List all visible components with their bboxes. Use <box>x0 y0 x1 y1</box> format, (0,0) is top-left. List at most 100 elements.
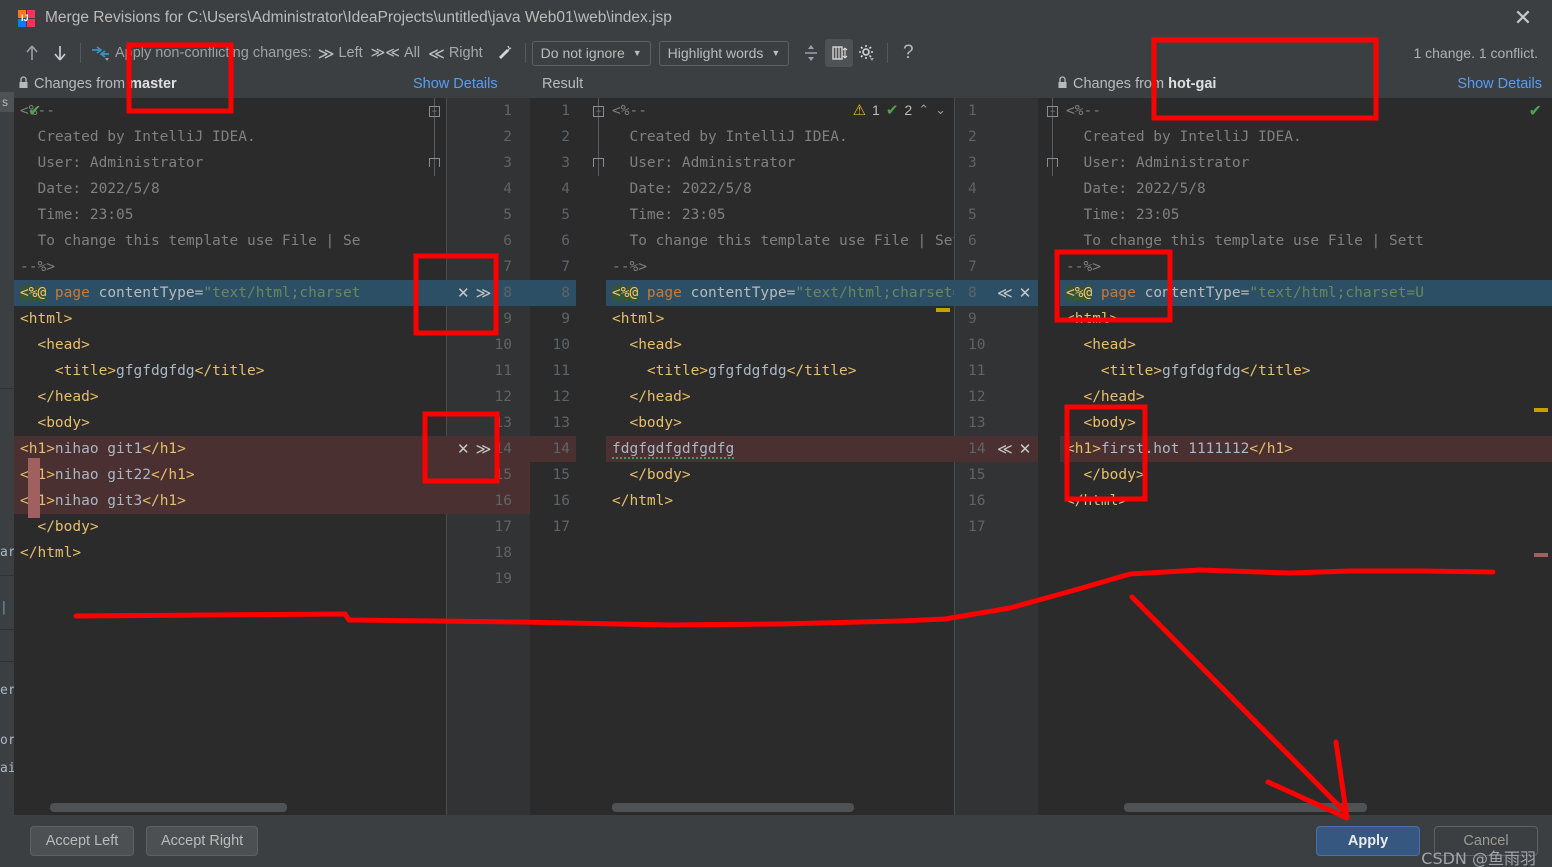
code-line: <h1>nihao git3</h1> <box>14 488 446 514</box>
apply-left-button[interactable]: ≫ Left <box>318 44 363 63</box>
code-line: <%-- <box>20 103 55 119</box>
result-editor-pane[interactable]: 1 2 3 4 5 6 7 8 9 10 11 12 13 14 15 16 17 − <%-- Created… <box>530 98 954 815</box>
result-inspection-badges: ⚠ 1 ✔ 2 ⌃ ⌄ <box>853 101 946 119</box>
gutter-row: 3 <box>968 155 977 171</box>
gutter-action-apply[interactable]: ≫ <box>476 280 492 306</box>
result-code-lines: <%-- Created by IntelliJ IDEA. User: Adm… <box>606 98 954 540</box>
left-gutter[interactable]: 1 2 3 4 5 6 7 ✕ ≫ 8 9 10 11 12 13 ✕ ≫ 14 15 16 17 18 19 <box>446 98 530 815</box>
gutter-action-apply[interactable]: ≫ <box>476 436 492 462</box>
left-fold-column[interactable]: − <box>424 98 446 176</box>
gutter-row: 11 <box>968 363 986 379</box>
left-error-stripe[interactable] <box>28 458 40 518</box>
result-gutter-row: 2 <box>561 129 570 145</box>
right-show-details-link[interactable]: Show Details <box>1457 76 1542 92</box>
code-line: <head> <box>629 337 682 353</box>
ignore-policy-select[interactable]: Do not ignore ▼ <box>531 40 651 66</box>
next-difference-icon[interactable] <box>46 39 74 67</box>
result-horizontal-scrollbar[interactable] <box>612 803 854 812</box>
dialog-button-bar: Accept Left Accept Right Apply Cancel CS… <box>14 815 1552 867</box>
right-conflict-stripe[interactable] <box>1534 553 1548 557</box>
gutter-row: 4 <box>503 181 512 197</box>
toggle-columns-icon[interactable] <box>825 39 854 67</box>
close-icon[interactable]: ✕ <box>1510 6 1536 32</box>
intellij-logo-icon: IJ <box>18 9 35 27</box>
right-branch-label: Changes from hot-gai <box>1073 76 1217 92</box>
right-horizontal-scrollbar[interactable] <box>1124 803 1367 812</box>
toolbar-separator-1 <box>80 43 81 63</box>
scroll-up-icon[interactable]: ⌃ <box>918 102 929 118</box>
scroll-down-icon[interactable]: ⌄ <box>935 102 946 118</box>
left-show-details-link[interactable]: Show Details <box>413 76 498 92</box>
right-editor-pane[interactable]: − <%-- Created by IntelliJ IDEA. User: A… <box>1038 98 1552 815</box>
apply-right-label: Right <box>448 45 483 61</box>
gutter-row: 13 <box>968 415 986 431</box>
gutter-row: 17 <box>494 519 512 535</box>
code-line: To change this template use File | Setti… <box>612 233 954 249</box>
gutter-row: 18 <box>494 545 512 561</box>
result-gutter-row: 1 <box>561 103 570 119</box>
left-editor-pane[interactable]: <%-- Created by IntelliJ IDEA. User: Adm… <box>14 98 446 815</box>
gutter-action-apply[interactable]: ≪ <box>997 436 1013 462</box>
apply-button[interactable]: Apply <box>1316 826 1420 856</box>
gutter-action-apply[interactable]: ≪ <box>997 280 1013 306</box>
code-line: <body> <box>37 415 90 431</box>
gutter-row: 10 <box>494 337 512 353</box>
code-line: To change this template use File | Se <box>20 233 361 249</box>
magic-resolve-icon[interactable] <box>491 39 519 67</box>
result-gutter-row: 4 <box>561 181 570 197</box>
code-line: <html> <box>1066 311 1119 327</box>
right-pane-header: Changes from hot-gai <box>1057 76 1216 92</box>
help-icon[interactable]: ? <box>894 39 922 67</box>
merge-editors: <%-- Created by IntelliJ IDEA. User: Adm… <box>14 98 1552 815</box>
code-line: Time: 23:05 <box>1066 207 1180 223</box>
gutter-row: 7 <box>503 259 512 275</box>
accept-left-button[interactable]: Accept Left <box>30 826 134 856</box>
apply-all-button[interactable]: ≫≪ All <box>371 45 420 61</box>
previous-difference-icon[interactable] <box>18 39 46 67</box>
code-line: </head> <box>1083 389 1145 405</box>
fold-collapse-icon[interactable]: − <box>429 106 440 117</box>
collapse-unchanged-icon[interactable] <box>797 39 825 67</box>
warning-count: 1 <box>872 102 880 118</box>
gutter-action-remove[interactable]: ✕ <box>1019 436 1032 462</box>
gutter-action-remove[interactable]: ✕ <box>457 280 470 306</box>
left-horizontal-scrollbar[interactable] <box>50 803 287 812</box>
code-line: </body> <box>1083 467 1145 483</box>
gutter-row: 14 ≪ ✕ <box>954 436 1038 462</box>
code-line: User: Administrator <box>1066 155 1250 171</box>
csdn-watermark: CSDN @鱼雨羽 <box>1421 849 1536 867</box>
result-gutter-row: 7 <box>561 259 570 275</box>
fold-collapse-icon-right[interactable]: − <box>1047 106 1058 117</box>
gutter-action-remove[interactable]: ✕ <box>1019 280 1032 306</box>
code-line: Created by IntelliJ IDEA. <box>20 129 256 145</box>
gutter-row: ✕ ≫ 14 <box>446 436 530 462</box>
code-line: <head> <box>37 337 90 353</box>
dialog-title: Merge Revisions for C:\Users\Administrat… <box>45 9 672 26</box>
gear-icon[interactable] <box>853 39 881 67</box>
lock-icon <box>18 76 29 92</box>
accept-right-button[interactable]: Accept Right <box>146 826 259 856</box>
gutter-action-remove[interactable]: ✕ <box>457 436 470 462</box>
dialog-titlebar: IJ Merge Revisions for C:\Users\Administ… <box>14 0 1552 36</box>
double-chevron-left-icon: ≪ <box>428 43 445 63</box>
highlight-policy-select[interactable]: Highlight words ▼ <box>658 40 790 66</box>
gutter-row: 10 <box>968 337 986 353</box>
apply-right-button[interactable]: ≪ Right <box>428 44 483 63</box>
fold-collapse-icon-result[interactable]: − <box>593 106 604 117</box>
code-line: --%> <box>612 259 647 275</box>
right-warning-stripe[interactable] <box>1534 408 1548 412</box>
right-gutter[interactable]: 1 2 3 4 5 6 7 8 ≪ ✕ 9 10 11 12 13 14 ≪ ✕ 15 16 17 <box>954 98 1038 815</box>
result-gutter-row: 11 <box>552 363 570 379</box>
result-warning-stripe[interactable] <box>936 308 950 312</box>
double-chevron-right-icon: ≫ <box>317 43 335 63</box>
apply-all-non-conflicting-icon[interactable] <box>87 39 115 67</box>
result-gutter-row: 5 <box>561 207 570 223</box>
code-line: Date: 2022/5/8 <box>20 181 160 197</box>
fold-end-icon-result <box>593 158 604 167</box>
gutter-row: 15 <box>968 467 986 483</box>
code-line: <head> <box>1083 337 1136 353</box>
code-line: </body> <box>629 467 691 483</box>
gutter-row: 8 ≪ ✕ <box>954 280 1038 306</box>
gutter-row: 7 <box>968 259 977 275</box>
